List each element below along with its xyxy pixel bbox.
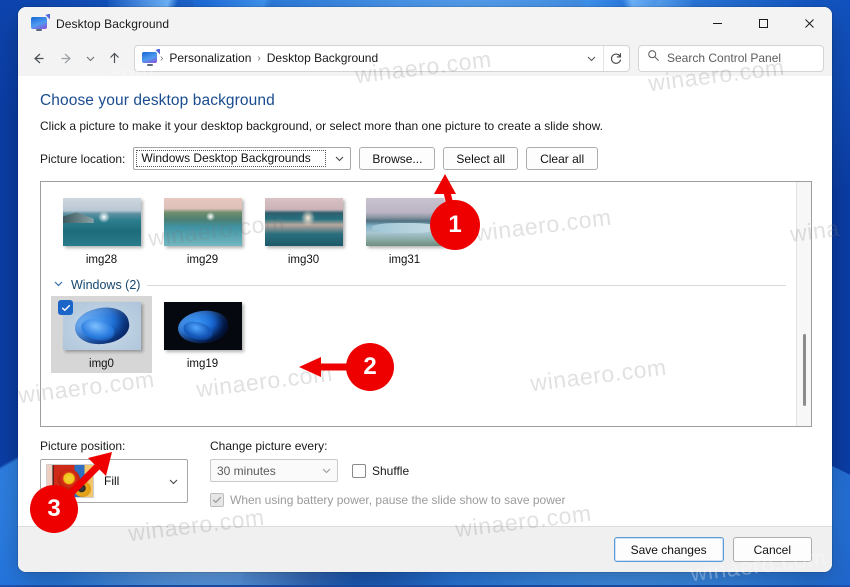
picture-location-value: Windows Desktop Backgrounds <box>135 149 327 168</box>
page-subtext: Click a picture to make it your desktop … <box>40 119 603 133</box>
address-dropdown-icon[interactable] <box>579 46 603 71</box>
recent-locations-button[interactable] <box>80 44 100 72</box>
thumbnail-caption: img0 <box>89 358 114 370</box>
cancel-label: Cancel <box>753 542 791 557</box>
picture-list-inner: img28 img29 img30 img31 Windows (2) img0… <box>41 182 796 426</box>
group-header-windows[interactable]: Windows (2) <box>53 278 786 292</box>
breadcrumb-personalization[interactable]: Personalization <box>164 49 256 67</box>
thumbnail-item[interactable]: img28 <box>51 192 152 269</box>
clear-all-button[interactable]: Clear all <box>526 147 599 170</box>
battery-pause-label: When using battery power, pause the slid… <box>230 493 566 507</box>
back-button[interactable] <box>24 44 52 72</box>
change-picture-every-combobox[interactable]: 30 minutes <box>210 459 338 482</box>
picture-location-label: Picture location: <box>40 151 126 166</box>
annotation-marker-2-number: 2 <box>363 353 377 380</box>
refresh-icon[interactable] <box>603 45 627 71</box>
up-button[interactable] <box>100 44 128 72</box>
change-picture-every-value: 30 minutes <box>217 463 276 478</box>
thumbnail-caption: img29 <box>186 254 219 266</box>
thumbnail-item[interactable]: img29 <box>152 192 253 269</box>
navigation-bar: › Personalization › Desktop Background S… <box>18 40 832 76</box>
annotation-marker-3: 3 <box>30 485 78 533</box>
thumbnail-image <box>264 198 343 246</box>
annotation-marker-2: 2 <box>346 343 394 391</box>
thumbnail-image <box>62 302 141 350</box>
content-area: Choose your desktop background Click a p… <box>18 76 832 526</box>
monitor-personalization-icon <box>31 13 50 31</box>
scrollbar-thumb[interactable] <box>803 334 806 406</box>
thumbnail-checkbox-checked[interactable] <box>58 300 73 315</box>
thumbnail-row-windows: img0 img19 <box>51 296 796 373</box>
picture-location-combobox[interactable]: Windows Desktop Backgrounds <box>133 147 352 170</box>
cancel-button[interactable]: Cancel <box>732 537 812 562</box>
select-all-button-label: Select all <box>456 151 506 166</box>
thumbnail-caption: img19 <box>186 358 219 370</box>
address-monitor-icon <box>142 48 160 66</box>
clear-all-button-label: Clear all <box>540 151 585 166</box>
shuffle-checkbox[interactable]: Shuffle <box>352 463 410 478</box>
address-bar[interactable]: › Personalization › Desktop Background <box>134 44 630 72</box>
window-controls <box>694 7 832 40</box>
breadcrumb-desktop-background[interactable]: Desktop Background <box>262 49 383 67</box>
breadcrumb-separator: › <box>257 52 261 64</box>
slideshow-group: Change picture every: 30 minutes Shuffle <box>202 439 812 507</box>
minimize-button[interactable] <box>694 7 740 40</box>
save-changes-label: Save changes <box>630 542 707 557</box>
chevron-down-icon[interactable] <box>328 153 350 164</box>
chevron-down-icon[interactable] <box>168 476 183 487</box>
thumbnail-caption: img30 <box>287 254 320 266</box>
select-all-button[interactable]: Select all <box>443 147 519 170</box>
browse-button[interactable]: Browse... <box>359 147 436 170</box>
forward-button[interactable] <box>52 44 80 72</box>
browse-button-label: Browse... <box>372 151 423 166</box>
annotation-marker-1-number: 1 <box>448 211 462 238</box>
checkbox-box-checked-disabled[interactable] <box>210 493 224 507</box>
change-picture-every-label: Change picture every: <box>210 439 328 453</box>
thumbnail-image <box>163 198 242 246</box>
checkbox-box[interactable] <box>352 463 366 478</box>
page-title: Choose your desktop background <box>40 92 275 109</box>
thumbnail-image <box>62 198 141 246</box>
title-bar: Desktop Background <box>18 7 832 40</box>
shuffle-label: Shuffle <box>372 463 410 478</box>
battery-pause-checkbox[interactable]: When using battery power, pause the slid… <box>210 493 812 507</box>
dialog-footer: Save changes Cancel <box>18 526 832 572</box>
annotation-marker-3-number: 3 <box>47 495 61 522</box>
bottom-settings: Picture position: Fill Change picture ev… <box>18 427 832 507</box>
annotation-marker-1: 1 <box>430 200 480 250</box>
search-control-panel-box[interactable]: Search Control Panel <box>638 44 824 72</box>
maximize-button[interactable] <box>740 7 786 40</box>
desktop-background-window: Desktop Background › Personalization › D… <box>18 7 832 572</box>
close-button[interactable] <box>786 7 832 40</box>
save-changes-button[interactable]: Save changes <box>613 537 724 562</box>
thumbnail-caption: img28 <box>85 254 118 266</box>
picture-location-row: Picture location: Windows Desktop Backgr… <box>40 147 812 170</box>
group-header-label: Windows (2) <box>71 278 141 292</box>
window-title: Desktop Background <box>56 16 170 31</box>
chevron-down-icon[interactable] <box>53 278 64 292</box>
search-icon <box>647 49 660 67</box>
group-header-divider <box>147 284 786 286</box>
chevron-down-icon[interactable] <box>315 465 337 476</box>
thumbnail-image <box>163 302 242 350</box>
thumbnail-item[interactable]: img19 <box>152 296 253 373</box>
thumbnail-caption: img31 <box>388 254 421 266</box>
picture-list-scrollbar[interactable] <box>796 182 811 426</box>
change-picture-row: 30 minutes Shuffle <box>210 459 812 482</box>
search-input-placeholder[interactable]: Search Control Panel <box>667 51 781 65</box>
thumbnail-item[interactable]: img30 <box>253 192 354 269</box>
